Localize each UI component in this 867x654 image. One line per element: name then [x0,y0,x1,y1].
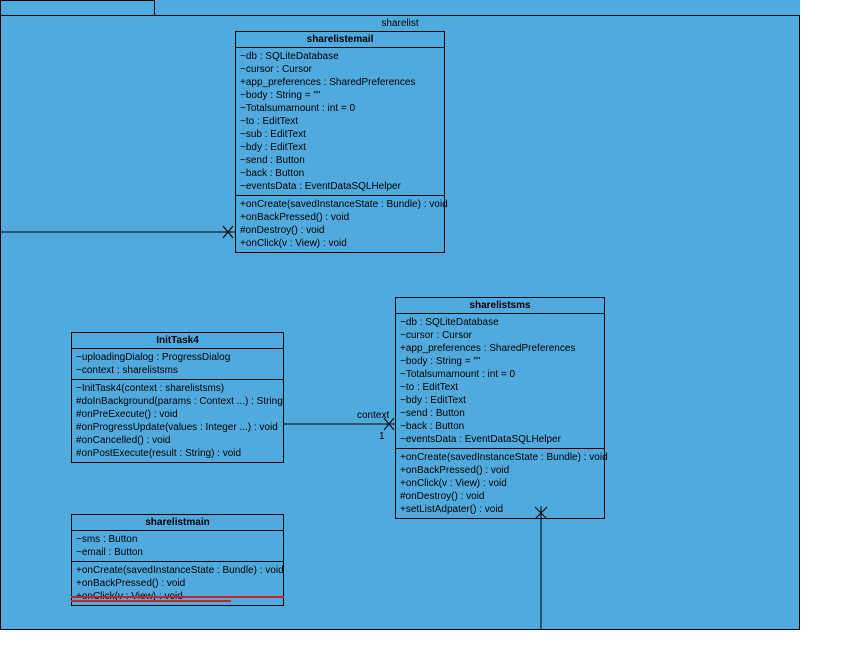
class-ops: +onCreate(savedInstanceState : Bundle) :… [236,196,444,252]
class-header: InitTask4 [72,333,283,349]
class-ops: +onCreate(savedInstanceState : Bundle) :… [396,449,604,518]
class-ops: ~InitTask4(context : sharelistsms) #doIn… [72,380,283,462]
class-header: sharelistemail [236,32,444,48]
package-sharelist: sharelist sharelistemail ~db : SQLiteDat… [0,0,800,630]
selection-highlight-2 [71,600,231,602]
class-header: sharelistmain [72,515,283,531]
class-header: sharelistsms [396,298,604,314]
class-sharelistemail: sharelistemail ~db : SQLiteDatabase ~cur… [235,31,445,253]
assoc-label-context: context [357,410,389,421]
class-sharelistsms: sharelistsms ~db : SQLiteDatabase ~curso… [395,297,605,519]
class-attrs: ~db : SQLiteDatabase ~cursor : Cursor +a… [236,48,444,196]
class-ops: +onCreate(savedInstanceState : Bundle) :… [72,562,283,605]
class-sharelistmain: sharelistmain ~sms : Button ~email : But… [71,514,284,606]
package-body: sharelist sharelistemail ~db : SQLiteDat… [0,15,800,630]
class-attrs: ~sms : Button ~email : Button [72,531,283,562]
class-inittask4: InitTask4 ~uploadingDialog : ProgressDia… [71,332,284,463]
class-attrs: ~db : SQLiteDatabase ~cursor : Cursor +a… [396,314,604,449]
package-title: sharelist [1,16,799,31]
package-tab [0,0,155,15]
class-attrs: ~uploadingDialog : ProgressDialog ~conte… [72,349,283,380]
assoc-multiplicity-1: 1 [379,431,385,442]
selection-highlight [71,596,284,598]
